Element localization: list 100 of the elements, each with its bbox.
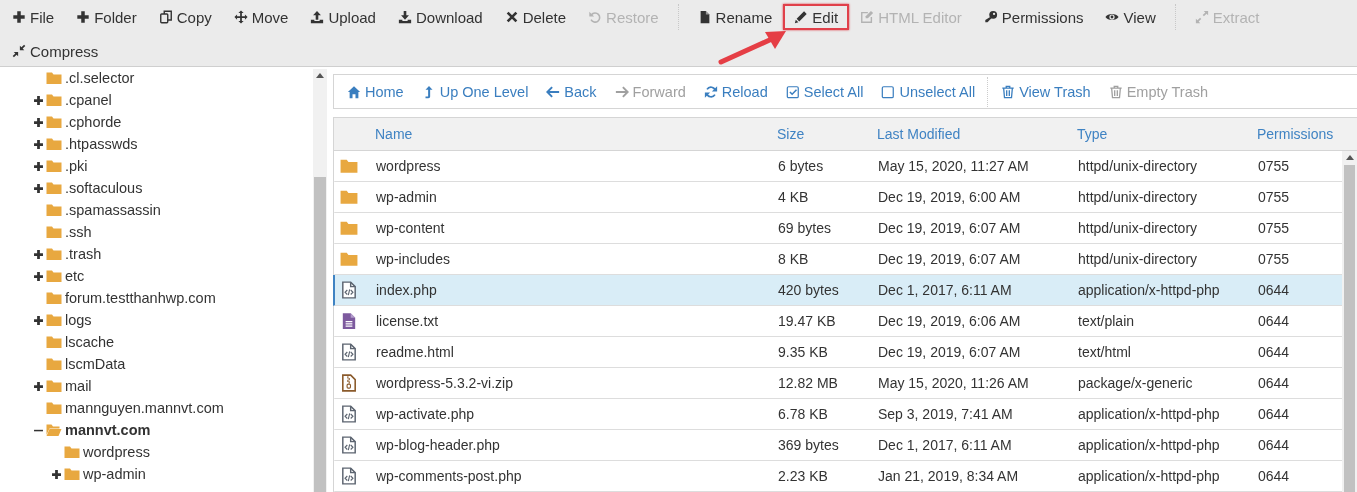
toolbar-button[interactable]: Download (386, 4, 494, 30)
table-cell-text: Sep 3, 2019, 7:41 AM (877, 406, 1014, 422)
tree-item[interactable]: .cphorde (65, 114, 122, 130)
table-cell-text: readme.html (375, 344, 455, 360)
toolbar-button[interactable]: Compress (1, 38, 110, 64)
scrollbar[interactable] (313, 69, 327, 492)
tree-item[interactable]: mannguyen.mannvt.com (65, 400, 224, 416)
table-row[interactable]: wp-content 69 bytes Dec 19, 2019, 6:07 AM httpd/unix-directory 0755 (333, 213, 1342, 244)
scrollbar[interactable] (1342, 151, 1357, 492)
tree-item[interactable]: wp-admin (83, 466, 146, 482)
folder-icon (46, 158, 62, 174)
key-icon (983, 10, 998, 24)
code-file-icon (340, 281, 358, 299)
toolbar-button[interactable]: File (1, 4, 66, 30)
plus-icon (33, 138, 44, 150)
folder-icon (46, 202, 62, 218)
folder-icon (46, 356, 62, 372)
nav-button[interactable]: Unselect All (872, 79, 985, 104)
tree-item[interactable]: lscmData (65, 356, 126, 372)
column-header[interactable]: Name (367, 126, 769, 142)
code-file-icon (340, 405, 358, 423)
tree-item[interactable]: .pki (65, 158, 88, 174)
table-cell-text: May 15, 2020, 11:26 AM (877, 375, 1030, 391)
table-cell-text: 0644 (1257, 344, 1291, 360)
toolbar-button[interactable]: Delete (493, 4, 578, 30)
table-cell-text: Dec 19, 2019, 6:07 AM (877, 220, 1022, 236)
arrow-right-icon (614, 84, 629, 99)
tree-item[interactable]: .cl.selector (65, 70, 135, 86)
table-row[interactable]: wordpress 6 bytes May 15, 2020, 11:27 AM httpd/unix-directory 0755 (333, 151, 1342, 182)
folder-icon (46, 92, 62, 108)
tree-item[interactable]: .trash (65, 246, 102, 262)
table-cell-text: 0755 (1257, 189, 1291, 205)
table-cell-text: httpd/unix-directory (1077, 220, 1199, 236)
toolbar-button[interactable]: Upload (299, 4, 387, 30)
table-row[interactable]: license.txt 19.47 KB Dec 19, 2019, 6:06 AM text/plain 0644 (333, 306, 1342, 337)
table-cell-text: 369 bytes (777, 437, 840, 453)
nav-button[interactable]: Reload (694, 79, 777, 104)
table-cell-text: wordpress-5.3.2-vi.zip (375, 375, 514, 391)
table-row[interactable]: wordpress-5.3.2-vi.zip 12.82 MB May 15, 2020, 11:26 AM package/x-generic 0644 (333, 368, 1342, 399)
tree-item[interactable]: lscache (65, 334, 115, 350)
table-row[interactable]: index.php 420 bytes Dec 1, 2017, 6:11 AM application/x-httpd-php 0644 (333, 275, 1342, 306)
compress-icon (12, 44, 26, 58)
table-row[interactable]: readme.html 9.35 KB Dec 19, 2019, 6:07 AM text/html 0644 (333, 337, 1342, 368)
nav-button[interactable]: View Trash (992, 79, 1100, 104)
table-row[interactable]: wp-comments-post.php 2.23 KB Jan 21, 2019, 8:34 AM application/x-httpd-php 0644 (333, 461, 1342, 492)
scroll-up-icon[interactable] (1346, 154, 1354, 160)
table-cell-text: May 15, 2020, 11:27 AM (877, 158, 1030, 174)
nav-button[interactable]: Up One Level (412, 79, 538, 104)
nav-button[interactable]: Back (537, 79, 606, 104)
column-header[interactable]: Size (769, 126, 869, 142)
tree-item[interactable]: mail (65, 378, 92, 394)
code-file-icon (340, 436, 358, 454)
tree-item[interactable]: .cpanel (65, 92, 112, 108)
table-cell-text: index.php (375, 282, 438, 298)
scroll-up-icon[interactable] (316, 72, 324, 78)
table-cell-text: 9.35 KB (777, 344, 829, 360)
toolbar-button[interactable]: Folder (65, 4, 148, 30)
table-row[interactable]: wp-activate.php 6.78 KB Sep 3, 2019, 7:41 AM application/x-httpd-php 0644 (333, 399, 1342, 430)
toolbar-button[interactable]: Permissions (972, 4, 1095, 30)
table-cell-text: httpd/unix-directory (1077, 189, 1199, 205)
column-header[interactable]: Last Modified (869, 126, 1069, 142)
folder-icon (46, 400, 62, 416)
toolbar-button[interactable]: Copy (147, 4, 223, 30)
tree-item[interactable]: forum.testthanhwp.com (65, 290, 216, 306)
arrow-left-icon (546, 84, 561, 99)
nav-button[interactable]: Select All (776, 79, 873, 104)
tree-item[interactable]: .htpasswds (65, 136, 138, 152)
table-row[interactable]: wp-blog-header.php 369 bytes Dec 1, 2017, 6:11 AM application/x-httpd-php 0644 (333, 430, 1342, 461)
pencil-icon (794, 10, 809, 24)
plus-icon (51, 468, 62, 480)
table-cell-text: 0644 (1257, 406, 1291, 422)
table-cell-text: wordpress (375, 158, 442, 174)
table-cell-text: 8 KB (777, 251, 810, 267)
column-header[interactable]: Permissions (1249, 126, 1357, 142)
toolbar-button[interactable]: Edit (783, 4, 850, 30)
table-cell-text: Dec 1, 2017, 6:11 AM (877, 282, 1013, 298)
nav-button[interactable]: Home (338, 79, 413, 104)
download-icon (397, 10, 412, 24)
table-cell-text: 4 KB (777, 189, 810, 205)
table-cell-text: wp-content (375, 220, 446, 236)
toolbar-button[interactable]: View (1094, 4, 1167, 30)
toolbar-button[interactable]: Move (222, 4, 300, 30)
toolbar-button[interactable]: Rename (686, 4, 784, 30)
folder-icon (46, 224, 62, 240)
table-cell-text: Dec 19, 2019, 6:07 AM (877, 344, 1022, 360)
tree-item[interactable]: logs (65, 312, 92, 328)
edit-icon (860, 10, 875, 24)
tree-item[interactable]: .spamassassin (65, 202, 161, 218)
table-cell-text: 0755 (1257, 220, 1291, 236)
tree-item[interactable]: .ssh (65, 224, 92, 240)
tree-item[interactable]: mannvt.com (65, 422, 151, 438)
column-header[interactable]: Type (1069, 126, 1249, 142)
tree-item[interactable]: .softaculous (65, 180, 143, 196)
plus-icon (76, 10, 91, 24)
expand-icon (1194, 10, 1209, 24)
tree-item[interactable]: wordpress (83, 444, 150, 460)
reload-icon (703, 84, 718, 99)
table-cell-text: application/x-httpd-php (1077, 437, 1221, 453)
tree-item[interactable]: etc (65, 268, 85, 284)
table-row[interactable]: wp-admin 4 KB Dec 19, 2019, 6:00 AM httpd/unix-directory 0755 (333, 182, 1342, 213)
